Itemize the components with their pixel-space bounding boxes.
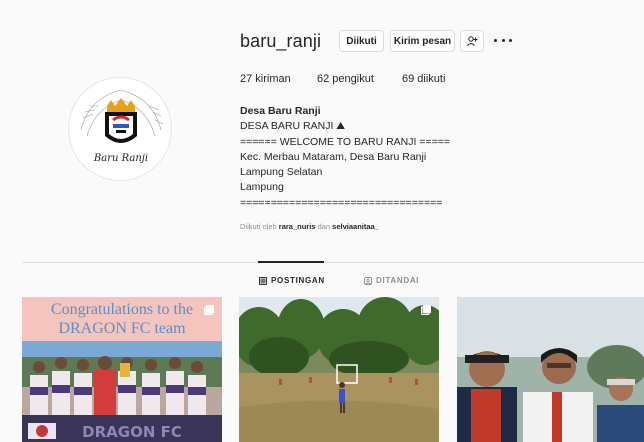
profile-bio: Desa Baru Ranji DESA BARU RANJI ⛰ ======… xyxy=(240,104,450,211)
message-button[interactable]: Kirim pesan xyxy=(390,30,455,52)
post-tile[interactable] xyxy=(457,297,644,442)
bio-line: Lampung xyxy=(240,181,284,194)
add-person-icon xyxy=(467,36,478,46)
tabs-divider xyxy=(22,262,644,263)
multiple-photos-icon xyxy=(204,305,214,315)
post-image-football-field xyxy=(239,297,439,442)
followed-by-user[interactable]: selviaanitaa_ xyxy=(332,222,379,231)
posts-count[interactable]: 27 kiriman xyxy=(240,73,291,85)
multiple-photos-icon xyxy=(421,305,431,315)
bio-line: ================================= xyxy=(240,196,443,209)
bio-line: Lampung Selatan xyxy=(240,166,323,179)
tag-user-icon xyxy=(364,276,372,285)
bio-line: DESA BARU RANJI ⛰ xyxy=(240,120,346,133)
profile-display-name: Desa Baru Ranji xyxy=(240,105,321,117)
post-caption-line: DRAGON FC team xyxy=(58,320,186,337)
followed-by-joiner: dan xyxy=(317,222,331,231)
bio-line: Kec. Merbau Mataram, Desa Baru Ranji xyxy=(240,150,427,163)
followed-by-user[interactable]: rara_nuris xyxy=(279,222,316,231)
tab-tagged[interactable]: DITANDAI xyxy=(364,276,419,285)
followed-by-prefix: Diikuti oleh xyxy=(240,222,277,231)
post-image-officials xyxy=(457,297,644,442)
profile-avatar[interactable]: Baru Ranji xyxy=(68,77,172,181)
post-caption-line: Congratulations to the xyxy=(50,301,194,318)
tab-posts[interactable]: POSTINGAN xyxy=(259,276,325,285)
avatar-logo-text: Baru Ranji xyxy=(93,153,148,164)
more-options-icon[interactable] xyxy=(494,34,512,46)
following-button[interactable]: Diikuti xyxy=(339,30,384,52)
tab-posts-label: POSTINGAN xyxy=(271,276,325,285)
bio-line: ====== WELCOME TO BARU RANJI ===== xyxy=(240,135,450,148)
post-tile[interactable] xyxy=(239,297,439,442)
active-tab-indicator xyxy=(258,261,324,263)
followers-count[interactable]: 62 pengikut xyxy=(317,73,374,85)
post-footer-text: DRAGON FC xyxy=(82,423,182,441)
post-tile[interactable]: DRAGON FC Congratulations to the DRAGON … xyxy=(22,297,222,442)
profile-username: baru_ranji xyxy=(240,31,322,51)
grid-icon xyxy=(259,276,267,285)
followed-by-text[interactable]: Diikuti oleh rara_nuris dan selviaanitaa… xyxy=(240,222,379,231)
tab-tagged-label: DITANDAI xyxy=(376,276,420,285)
suggest-accounts-button[interactable] xyxy=(460,30,484,52)
village-logo-icon: Baru Ranji xyxy=(71,80,171,180)
following-count[interactable]: 69 diikuti xyxy=(402,73,445,85)
